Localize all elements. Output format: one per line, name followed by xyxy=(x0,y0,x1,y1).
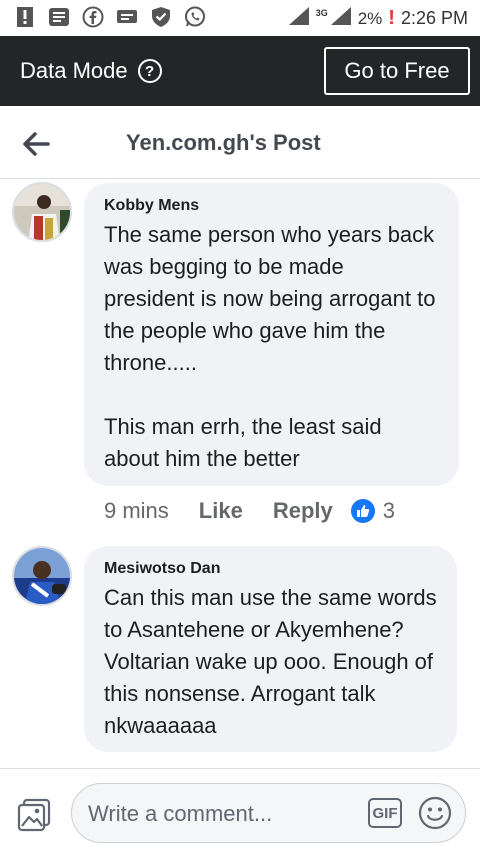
comment-composer: Write a comment... GIF xyxy=(0,768,480,854)
shield-icon xyxy=(150,6,172,28)
status-notifications xyxy=(14,6,206,28)
facebook-icon xyxy=(82,6,104,28)
go-to-free-button[interactable]: Go to Free xyxy=(324,47,470,95)
like-reaction-icon xyxy=(350,499,375,523)
data-mode-label: Data Mode xyxy=(20,58,128,83)
chat-icon xyxy=(116,6,138,28)
page-title: Yen.com.gh's Post xyxy=(126,130,321,155)
avatar[interactable] xyxy=(12,546,72,606)
reaction-count[interactable]: 3 xyxy=(350,498,395,524)
signal-icon xyxy=(288,6,310,31)
whatsapp-icon xyxy=(184,6,206,28)
comment-text: Can this man use the same words to Asant… xyxy=(104,585,437,738)
comment-bubble: Kobby Mens The same person who years bac… xyxy=(84,183,459,486)
gif-button[interactable]: GIF xyxy=(368,798,402,828)
notification-icon xyxy=(14,6,36,28)
comment-placeholder: Write a comment... xyxy=(88,801,273,826)
data-mode-bar: Data Mode ? Go to Free xyxy=(0,36,480,106)
info-icon[interactable]: ? xyxy=(137,59,162,83)
reply-button[interactable]: Reply xyxy=(273,498,333,524)
like-button[interactable]: Like xyxy=(199,498,243,524)
comment-author[interactable]: Mesiwotso Dan xyxy=(104,560,437,578)
network-type: 3G xyxy=(315,7,328,18)
battery-alert-icon: ! xyxy=(388,7,395,29)
back-arrow-icon xyxy=(23,132,50,156)
reaction-count-value: 3 xyxy=(382,498,395,523)
emoji-icon xyxy=(418,796,452,830)
battery-level: 2% xyxy=(357,8,383,28)
message-icon xyxy=(48,6,70,28)
comment-actions: 9 mins Like Reply 3 xyxy=(104,498,395,524)
status-system: 3G 2% ! 2:26 PM xyxy=(288,6,468,31)
post-header: Yen.com.gh's Post xyxy=(0,106,480,179)
signal-icon-2 xyxy=(330,6,352,31)
avatar[interactable] xyxy=(12,182,72,242)
comment-time[interactable]: 9 mins xyxy=(104,498,169,524)
data-mode-title: Data Mode ? xyxy=(20,58,162,84)
comment-author[interactable]: Kobby Mens xyxy=(104,197,439,215)
status-bar: 3G 2% ! 2:26 PM xyxy=(0,0,480,36)
comment-bubble: Mesiwotso Dan Can this man use the same … xyxy=(84,546,457,752)
comment-text: The same person who years back was beggi… xyxy=(104,222,436,471)
back-button[interactable] xyxy=(18,126,54,162)
comment-input[interactable]: Write a comment... GIF xyxy=(71,783,466,843)
photo-icon[interactable] xyxy=(16,797,52,833)
emoji-button[interactable] xyxy=(418,796,452,830)
clock: 2:26 PM xyxy=(400,8,468,28)
